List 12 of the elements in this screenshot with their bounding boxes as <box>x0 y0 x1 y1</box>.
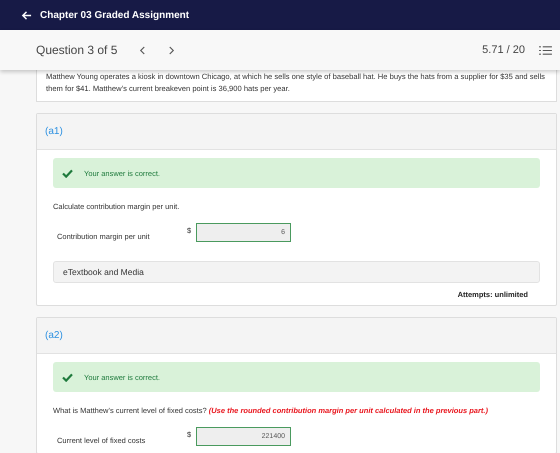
back-arrow-icon[interactable] <box>21 10 32 20</box>
etextbook-media-bar[interactable]: eTextbook and Media <box>53 261 540 283</box>
list-icon[interactable] <box>539 44 552 56</box>
check-icon <box>62 372 73 382</box>
score: 5.71 / 20 <box>482 44 525 56</box>
part-label: (a1) <box>45 126 63 137</box>
previous-icon[interactable] <box>139 46 146 54</box>
assignment-title: Chapter 03 Graded Assignment <box>40 10 190 20</box>
question-counter: Question 3 of 5 <box>36 43 118 57</box>
next-icon[interactable] <box>168 46 176 54</box>
part-label: (a2) <box>45 330 63 341</box>
check-icon <box>62 168 73 178</box>
